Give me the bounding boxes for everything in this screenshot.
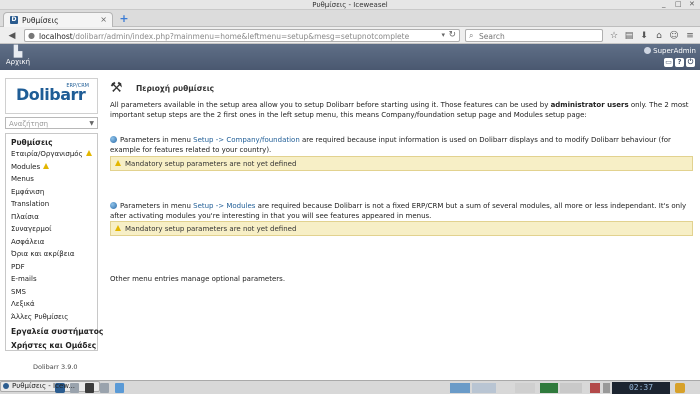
menu-item-modules[interactable]: Modules (11, 162, 50, 171)
menu-item-limits[interactable]: Όρια και ακρίβεια (11, 250, 74, 258)
tab-label: Ρυθμίσεις (22, 16, 59, 25)
user-name: SuperAdmin (653, 47, 696, 55)
menu-item-sms[interactable]: SMS (11, 288, 26, 296)
menu-item-dictionaries[interactable]: Λεξικά (11, 300, 35, 308)
reading-list-icon[interactable]: ▤ (623, 30, 635, 42)
back-icon[interactable]: ◀ (6, 30, 18, 42)
tools-icon: ⚒ (110, 80, 123, 96)
warning-icon (115, 225, 122, 231)
menu-heading-setup[interactable]: Ρυθμίσεις (11, 138, 53, 147)
user-icon (644, 47, 652, 54)
menu-item-company[interactable]: Εταιρία/Οργανισμός (11, 150, 93, 158)
company-paragraph: Parameters in menu Setup -> Company/foun… (110, 136, 671, 154)
workspace-switcher[interactable] (472, 383, 496, 393)
help-icon[interactable]: ? (675, 58, 684, 67)
menu-item-emails[interactable]: E-mails (11, 275, 37, 283)
home-menu-label: Αρχική (5, 58, 31, 66)
dolibarr-logo[interactable]: ERP/CRM Dolibarr (5, 78, 98, 114)
bookmark-star-icon[interactable]: ☆ (608, 30, 620, 42)
menu-heading-system-tools[interactable]: Εργαλεία συστήματος (11, 327, 103, 336)
chevron-down-icon: ▼ (89, 120, 94, 127)
home-building-icon: ▙ (13, 45, 23, 58)
menu-item-boxes[interactable]: Πλαίσια (11, 213, 39, 221)
warning-icon (115, 160, 122, 166)
company-warning-text: Mandatory setup parameters are not yet d… (125, 160, 297, 168)
dolibarr-favicon-icon: D (10, 16, 18, 24)
modules-warning-text: Mandatory setup parameters are not yet d… (125, 225, 297, 233)
site-identity-icon[interactable]: ● (28, 31, 35, 40)
print-icon[interactable]: ▭ (664, 58, 673, 67)
sidebar-search-placeholder: Αναζήτηση (9, 120, 49, 128)
close-window-icon[interactable]: ✕ (689, 0, 695, 8)
logout-icon[interactable] (675, 383, 685, 393)
window-title: Ρυθμίσεις - Iceweasel (312, 1, 388, 9)
setup-menu: Ρυθμίσεις Εταιρία/Οργανισμός Modules Men… (5, 133, 103, 351)
menu-item-menus[interactable]: Menus (11, 175, 34, 183)
search-input[interactable] (479, 31, 599, 41)
menu-item-security[interactable]: Ασφάλεια (11, 238, 44, 246)
minimize-icon[interactable]: _ (662, 0, 666, 8)
maximize-icon[interactable]: □ (675, 0, 682, 8)
globe-icon (110, 136, 117, 143)
volume-icon[interactable] (560, 383, 582, 393)
window-titlebar: Ρυθμίσεις - Iceweasel _ □ ✕ (0, 0, 700, 10)
url-dropdown-icon[interactable]: ▾ (441, 31, 445, 39)
company-setup-link[interactable]: Setup -> Company/foundation (193, 136, 300, 144)
page-title-text: Περιοχή ρυθμίσεις (136, 84, 215, 93)
taskbar-window-label: Ρυθμίσεις - Icew... (12, 382, 76, 390)
menu-item-pdf[interactable]: PDF (11, 263, 25, 271)
logout-icon[interactable]: ⏻ (686, 58, 695, 67)
url-bar[interactable]: ● localhost/dolibarr/admin/index.php?mai… (24, 29, 460, 42)
show-desktop-icon[interactable] (100, 383, 109, 393)
search-bar[interactable]: ⌕ (465, 29, 603, 42)
search-engine-icon[interactable]: ⌕ (469, 31, 473, 41)
keyboard-icon[interactable] (603, 383, 610, 393)
flag-icon[interactable] (590, 383, 600, 393)
modules-warning-box: Mandatory setup parameters are not yet d… (110, 221, 693, 236)
version-label: Dolibarr 3.9.0 (33, 363, 78, 371)
reload-icon[interactable]: ↻ (448, 30, 456, 40)
taskbar-clock[interactable]: 02:37 (612, 382, 670, 394)
intro-paragraph: All parameters available in the setup ar… (110, 101, 689, 119)
iceweasel-icon (3, 383, 9, 389)
url-text: localhost/dolibarr/admin/index.php?mainm… (39, 32, 410, 41)
tab-bar: D Ρυθμίσεις × + (0, 10, 700, 27)
menu-item-alerts[interactable]: Συναγερμοί (11, 225, 51, 233)
cpu-monitor (450, 383, 470, 393)
top-tools: ▭? ⏻ (662, 58, 695, 67)
menu-item-translation[interactable]: Translation (11, 200, 49, 208)
tab-close-icon[interactable]: × (100, 15, 107, 24)
company-warning-box: Mandatory setup parameters are not yet d… (110, 156, 693, 171)
user-login[interactable]: SuperAdmin (644, 47, 696, 55)
other-entries-text: Other menu entries manage optional param… (110, 275, 286, 283)
new-tab-icon[interactable]: + (118, 13, 130, 25)
left-sidebar: ERP/CRM Dolibarr Αναζήτηση ▼ Ρυθμίσεις Ε… (0, 70, 103, 380)
os-taskbar: Ρυθμίσεις - Icew... 02:37 (0, 380, 700, 394)
downloads-icon[interactable]: ⬇ (638, 30, 650, 42)
menu-icon[interactable]: ≡ (684, 30, 696, 42)
main-content: ⚒ Περιοχή ρυθμίσεις All parameters avail… (110, 70, 695, 380)
network-monitor (515, 383, 535, 393)
sidebar-search-select[interactable]: Αναζήτηση ▼ (5, 117, 98, 129)
warning-icon (43, 162, 50, 169)
menu-item-other-setup[interactable]: Άλλες Ρυθμίσεις (11, 313, 68, 321)
globe-icon (110, 202, 117, 209)
menu-heading-users-groups[interactable]: Χρήστες και Ομάδες (11, 341, 96, 350)
logo-text: Dolibarr (16, 85, 86, 104)
home-icon[interactable]: ⌂ (653, 30, 665, 42)
browser-launcher-icon[interactable] (115, 383, 124, 393)
memory-monitor (540, 383, 558, 393)
browser-tab[interactable]: D Ρυθμίσεις × (3, 12, 113, 27)
modules-setup-link[interactable]: Setup -> Modules (193, 202, 255, 210)
warning-icon (85, 150, 93, 156)
menu-item-display[interactable]: Εμφάνιση (11, 188, 44, 196)
navigation-bar: ◀ ● localhost/dolibarr/admin/index.php?m… (0, 27, 700, 44)
app-top-bar: ▙ Αρχική SuperAdmin ▭? ⏻ (0, 44, 700, 70)
terminal-icon[interactable] (85, 383, 94, 393)
home-menu-button[interactable]: ▙ Αρχική (3, 46, 33, 68)
chat-icon[interactable]: ☺ (668, 30, 680, 42)
modules-paragraph: Parameters in menu Setup -> Modules are … (110, 202, 687, 220)
